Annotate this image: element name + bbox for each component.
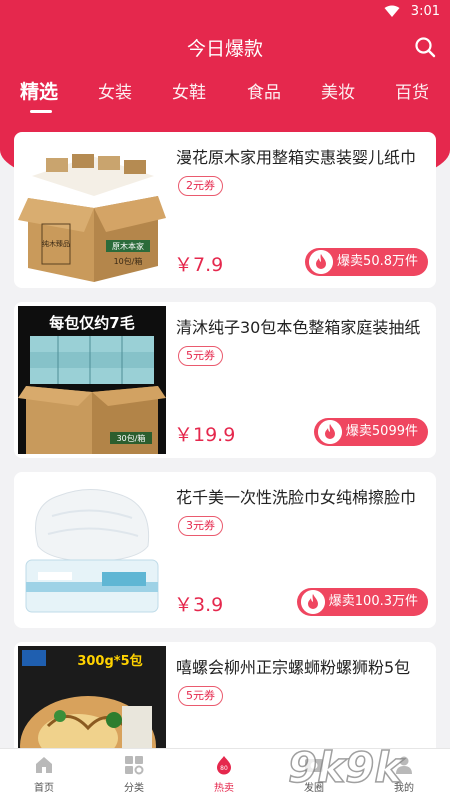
- tab-general-goods[interactable]: 百货: [395, 78, 429, 103]
- image-label-3: 纯木臻品: [42, 239, 70, 248]
- sales-badge: 爆卖50.8万件: [305, 248, 428, 276]
- fire-icon: [317, 420, 342, 444]
- coupon-badge: 2元券: [178, 176, 223, 196]
- product-card[interactable]: 原木本家 10包/箱 纯木臻品 漫花原木家用整箱实惠装婴儿纸巾 2元券 ￥7.9…: [14, 132, 436, 288]
- product-price: ￥7.9: [174, 254, 224, 276]
- status-bar: 3:01: [0, 0, 450, 24]
- tab-womens-shoes[interactable]: 女鞋: [172, 78, 206, 103]
- wifi-icon: [384, 5, 400, 17]
- nav-hot-badge: 80: [220, 765, 228, 772]
- nav-category[interactable]: 分类: [104, 749, 164, 800]
- tab-featured[interactable]: 精选: [20, 77, 58, 104]
- tab-food[interactable]: 食品: [247, 78, 281, 103]
- image-label-2: 30包/箱: [117, 433, 146, 443]
- product-price: ￥19.9: [174, 424, 236, 446]
- category-icon: [125, 756, 144, 775]
- image-label-1: 每包仅约7毛: [49, 314, 134, 332]
- coupon-badge: 5元券: [178, 346, 223, 366]
- svg-text:9k9k: 9k9k: [288, 743, 405, 792]
- image-label-1: 原木本家: [112, 241, 144, 251]
- status-time: 3:01: [410, 4, 440, 19]
- sales-badge: 爆卖5099件: [313, 418, 428, 446]
- product-image: 每包仅约7毛 30包/箱: [18, 306, 166, 454]
- image-label-2: 10包/箱: [114, 256, 143, 266]
- nav-home[interactable]: 首页: [14, 749, 74, 800]
- page-title: 今日爆款: [186, 38, 263, 60]
- sales-badge: 爆卖100.3万件: [296, 588, 428, 616]
- fire-icon: [309, 250, 334, 274]
- sales-count: 爆卖50.8万件: [337, 254, 418, 269]
- nav-category-label: 分类: [124, 783, 144, 794]
- hot-icon: 80: [217, 756, 231, 775]
- sales-count: 爆卖5099件: [345, 424, 418, 439]
- category-tabs: 精选 女装 女鞋 食品 美妆 百货: [0, 78, 450, 118]
- title-bar: 今日爆款: [0, 24, 450, 70]
- product-price: ￥3.9: [174, 594, 224, 616]
- tab-womens-clothing[interactable]: 女装: [98, 78, 132, 103]
- product-card[interactable]: 每包仅约7毛 30包/箱 清沐纯子30包本色整箱家庭装抽纸 5元券 ￥19.9 …: [14, 302, 436, 458]
- product-image: [18, 476, 166, 624]
- coupon-badge: 3元券: [178, 516, 223, 536]
- nav-hot[interactable]: 80 热卖: [194, 749, 254, 800]
- product-title[interactable]: 嘻螺会柳州正宗螺蛳粉螺狮粉5包: [176, 654, 430, 678]
- product-title[interactable]: 清沐纯子30包本色整箱家庭装抽纸: [176, 314, 430, 338]
- product-image: 原木本家 10包/箱 纯木臻品: [18, 136, 166, 284]
- tab-beauty[interactable]: 美妆: [321, 78, 355, 103]
- product-card[interactable]: 花千美一次性洗脸巾女纯棉擦脸巾 3元券 ￥3.9 爆卖100.3万件: [14, 472, 436, 628]
- coupon-badge: 5元券: [178, 686, 223, 706]
- search-icon[interactable]: [414, 36, 436, 58]
- product-title[interactable]: 花千美一次性洗脸巾女纯棉擦脸巾: [176, 484, 430, 508]
- active-tab-indicator: [30, 110, 52, 113]
- fire-icon: [300, 590, 325, 614]
- nav-home-label: 首页: [34, 783, 54, 794]
- nav-hot-label: 热卖: [214, 783, 234, 794]
- home-icon: [36, 757, 52, 773]
- sales-count: 爆卖100.3万件: [328, 594, 418, 609]
- product-title[interactable]: 漫花原木家用整箱实惠装婴儿纸巾: [176, 144, 430, 168]
- image-label-1: 300g*5包: [77, 653, 142, 669]
- watermark-logo: 9k9k: [287, 742, 406, 793]
